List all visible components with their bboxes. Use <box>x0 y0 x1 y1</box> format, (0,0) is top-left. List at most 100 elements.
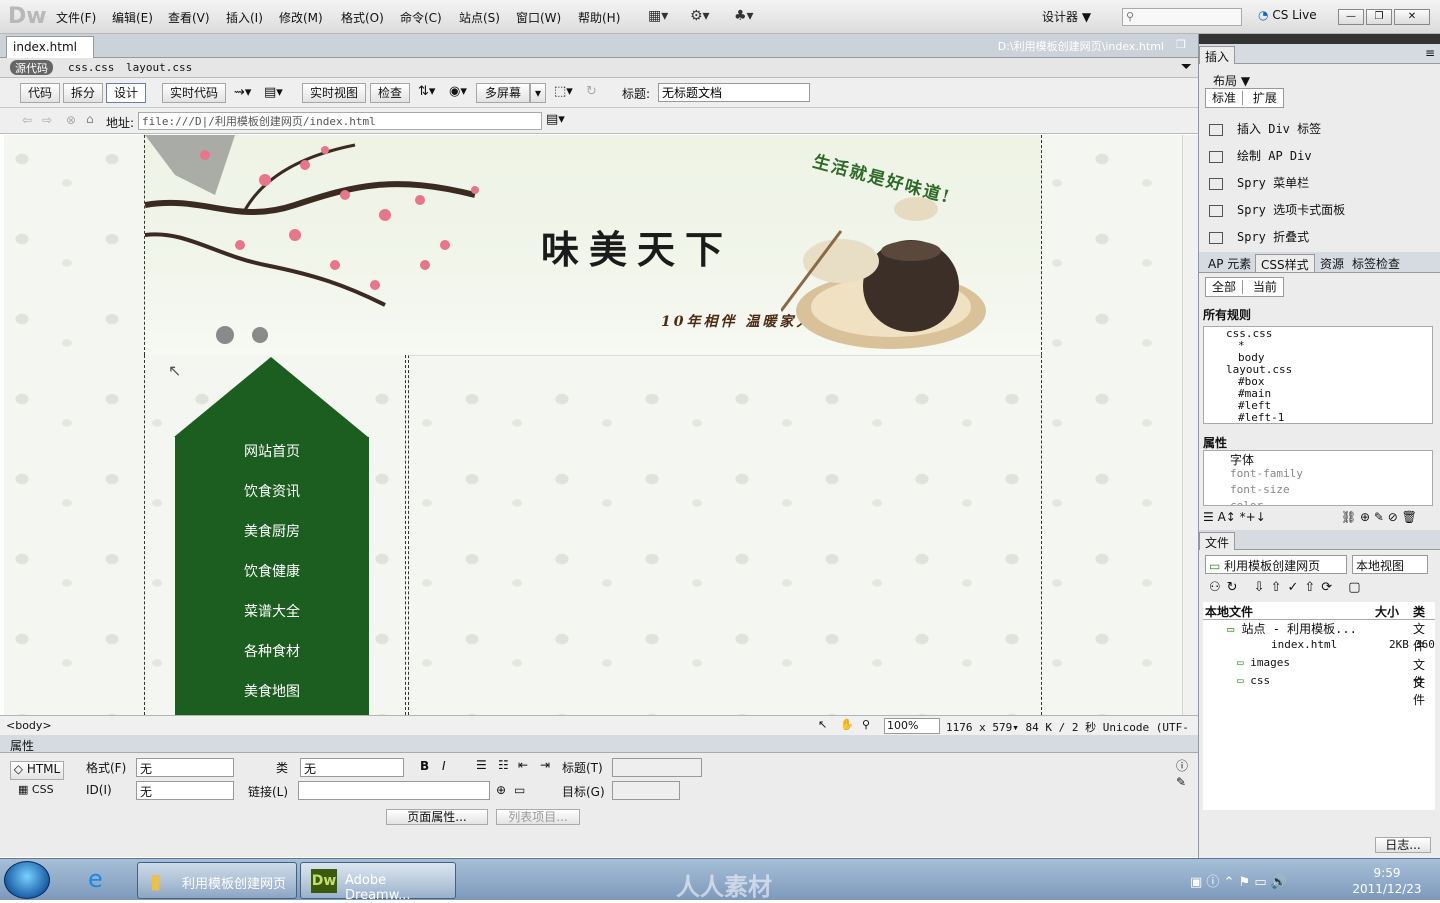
target-select[interactable] <box>612 781 680 800</box>
tab-assets[interactable]: 资源 <box>1315 254 1349 272</box>
address-input[interactable] <box>138 112 542 130</box>
mode-current[interactable]: 当前 <box>1247 280 1283 294</box>
file-row-images[interactable]: ▭ images <box>1237 656 1290 669</box>
tab-css-styles[interactable]: CSS样式 <box>1255 254 1315 272</box>
gear-icon[interactable]: ⚙▾ <box>690 8 710 24</box>
rule-file-css[interactable]: css.css <box>1226 327 1272 340</box>
quick-tag-editor-icon[interactable]: ✎ <box>1176 775 1186 789</box>
refresh-icon[interactable]: ↻ <box>586 84 597 99</box>
cs-live-button[interactable]: ◔ CS Live <box>1258 8 1317 22</box>
spry-menu-bar[interactable]: Spry 菜单栏 <box>1209 174 1309 191</box>
css-action-icons[interactable]: ⛓ ⊕ ✎ ⊘ 🗑 <box>1341 510 1417 524</box>
nav-item-home[interactable]: 网站首页 <box>175 437 369 477</box>
back-icon[interactable]: ⇦ <box>22 113 32 127</box>
nav-item-map[interactable]: 美食地图 <box>175 677 369 715</box>
file-row-index[interactable]: index.html <box>1271 638 1337 651</box>
help-icon[interactable]: ⓘ <box>1176 757 1188 774</box>
close-button[interactable]: ✕ <box>1394 9 1430 25</box>
prop-color[interactable]: color <box>1230 499 1263 505</box>
tab-ap-elements[interactable]: AP 元素 <box>1203 254 1256 272</box>
unordered-list-icon[interactable]: ☰ <box>476 758 487 772</box>
menu-edit[interactable]: 编辑(E) <box>112 9 153 26</box>
check-page-icon[interactable]: ▤▾ <box>264 85 283 100</box>
design-canvas[interactable]: 味美天下 生活就是好味道! 10年相伴 温暖家人 网站首页 饮食资讯 美食厨房 … <box>4 135 1182 715</box>
log-button[interactable]: 日志... <box>1375 837 1431 853</box>
menu-insert[interactable]: 插入(I) <box>226 9 263 26</box>
nav-item-news[interactable]: 饮食资讯 <box>175 477 369 517</box>
nav-item-kitchen[interactable]: 美食厨房 <box>175 517 369 557</box>
css-mode-button[interactable]: ▦ CSS <box>18 783 54 796</box>
props-group-font[interactable]: 字体 <box>1230 451 1254 468</box>
multiscreen-dropdown[interactable]: ▾ <box>530 83 546 103</box>
menu-format[interactable]: 格式(O) <box>341 9 384 26</box>
menu-view[interactable]: 查看(V) <box>168 9 210 26</box>
source-code-button[interactable]: 源代码 <box>10 60 53 75</box>
point-to-file-icon[interactable]: ⊕ <box>496 783 506 797</box>
indent-icon[interactable]: ⇥ <box>540 758 550 772</box>
title-input[interactable] <box>658 83 810 102</box>
prop-font-size[interactable]: font-size <box>1230 483 1290 496</box>
search-input[interactable]: ⚲ <box>1122 8 1242 26</box>
insert-category[interactable]: 布局 ▼ <box>1213 72 1250 89</box>
tag-selector[interactable]: <body> <box>6 719 52 732</box>
css-view-toggles[interactable]: ☰ A↕ *+↓ <box>1203 510 1266 524</box>
menu-help[interactable]: 帮助(H) <box>578 9 620 26</box>
class-select[interactable]: 无 <box>300 758 404 777</box>
minimize-button[interactable]: — <box>1338 9 1364 25</box>
zoom-select[interactable]: 100% <box>884 718 940 734</box>
spry-tabbed-panels[interactable]: Spry 选项卡式面板 <box>1209 201 1345 218</box>
live-view-button[interactable]: 实时视图 <box>302 83 366 103</box>
menu-window[interactable]: 窗口(W) <box>516 9 561 26</box>
browse-folder-icon[interactable]: ▭ <box>514 783 525 797</box>
tab-files[interactable]: 文件 <box>1199 532 1236 550</box>
menu-commands[interactable]: 命令(C) <box>400 9 442 26</box>
visual-aids-icon[interactable]: ⬚▾ <box>554 84 573 99</box>
live-code-button[interactable]: 实时代码 <box>162 83 226 103</box>
col-size[interactable]: 大小 <box>1375 603 1399 620</box>
mode-all[interactable]: 全部 <box>1206 280 1244 294</box>
zoom-tool-icon[interactable]: ⚲ <box>862 718 870 731</box>
layout-icon[interactable]: ▦▾ <box>648 8 668 24</box>
taskbar-folder[interactable]: ▮ 利用模板创建网页 <box>137 862 297 899</box>
bold-button[interactable]: B <box>420 759 429 773</box>
id-select[interactable]: 无 <box>136 781 234 800</box>
menu-modify[interactable]: 修改(M) <box>279 9 323 26</box>
file-row-css[interactable]: ▭ css <box>1237 674 1270 687</box>
tray-icons[interactable]: ▣ ⓘ ⌃ ⚑ ▭ 🔊 <box>1190 871 1287 890</box>
tab-insert[interactable]: 插入 <box>1199 46 1236 64</box>
col-local-files[interactable]: 本地文件 <box>1205 603 1253 620</box>
page-properties-button[interactable]: 页面属性... <box>386 809 488 825</box>
nav-item-ingredients[interactable]: 各种食材 <box>175 637 369 677</box>
home-icon[interactable]: ⌂ <box>86 112 94 126</box>
restore-doc-icon[interactable]: ❐ <box>1176 38 1186 51</box>
start-button[interactable] <box>4 861 50 899</box>
site-icon[interactable]: ♣▾ <box>734 8 754 24</box>
inspect-button[interactable]: 检查 <box>370 83 410 103</box>
outdent-icon[interactable]: ⇤ <box>518 758 528 772</box>
taskbar-dreamweaver[interactable]: Dw Adobe Dreamw... <box>300 862 456 903</box>
ordered-list-icon[interactable]: ☷ <box>498 758 509 772</box>
html-mode-button[interactable]: ◇ HTML <box>10 761 64 780</box>
panel-menu-icon[interactable]: ≡ <box>1425 46 1435 60</box>
document-tab[interactable]: index.html × <box>6 36 94 68</box>
forward-icon[interactable]: ⇨ <box>42 113 52 127</box>
mode-expanded[interactable]: 扩展 <box>1247 91 1283 105</box>
ie-icon[interactable]: e <box>88 865 103 893</box>
stop-icon[interactable]: ⊗ <box>66 113 76 127</box>
inspect-js-icon[interactable]: ⇝▾ <box>234 85 251 100</box>
canvas-vertical-scrollbar[interactable] <box>1182 135 1198 715</box>
browser-nav-options-icon[interactable]: ▤▾ <box>546 112 565 127</box>
file-row-site[interactable]: ▭ 站点 - 利用模板... <box>1227 620 1357 637</box>
nav-item-recipes[interactable]: 菜谱大全 <box>175 597 369 637</box>
workspace-switcher[interactable]: 设计器 ▼ <box>1042 6 1104 26</box>
related-file-css[interactable]: css.css <box>68 61 114 74</box>
format-select[interactable]: 无 <box>136 758 234 777</box>
italic-button[interactable]: I <box>442 759 446 773</box>
menu-site[interactable]: 站点(S) <box>459 9 500 26</box>
title-field-input[interactable] <box>612 758 702 777</box>
spry-accordion[interactable]: Spry 折叠式 <box>1209 228 1309 245</box>
split-view-button[interactable]: 拆分 <box>63 83 103 103</box>
insert-div-tag[interactable]: 插入 Div 标签 <box>1209 120 1321 137</box>
filter-icon[interactable]: ⏷ <box>1181 59 1192 75</box>
related-file-layout[interactable]: layout.css <box>126 61 192 74</box>
